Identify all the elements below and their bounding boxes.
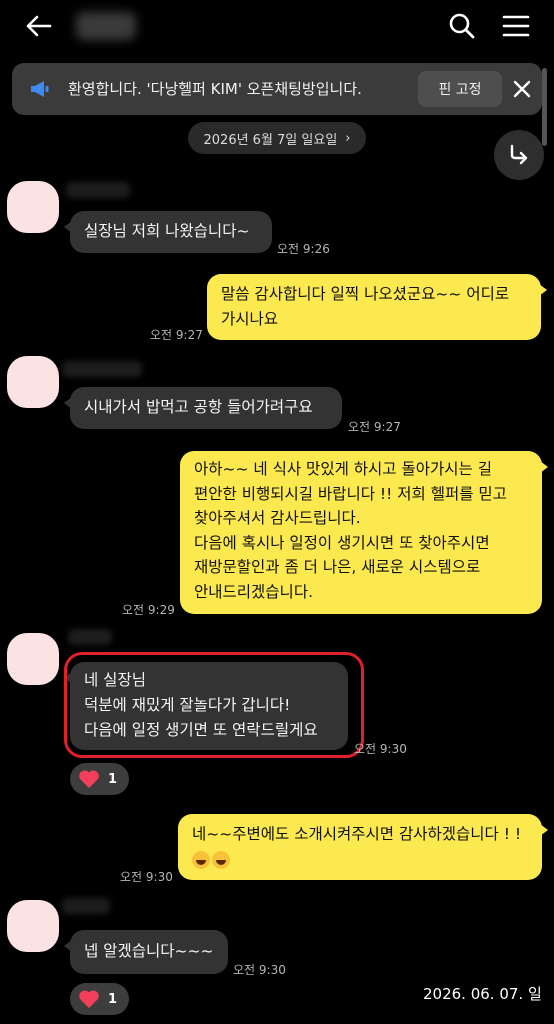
avatar[interactable] (7, 633, 59, 685)
notice-banner[interactable]: 환영합니다. '다낭헬퍼 KIM' 오픈채팅방입니다. 핀 고정 (12, 63, 542, 115)
chevron-right-icon: › (345, 130, 351, 146)
message-bubble-incoming[interactable]: 시내가서 밥먹고 공항 들어가려구요 (64, 387, 342, 429)
pin-button[interactable]: 핀 고정 (418, 71, 502, 107)
close-icon (513, 80, 531, 98)
message-time: 오전 9:27 (150, 328, 203, 342)
message-line: 찾아주셔서 감사드립니다. (194, 509, 361, 527)
avatar[interactable] (7, 181, 59, 233)
sender-name-blurred (62, 898, 110, 914)
message-line: 편안한 비행되시길 바랍니다 !! 저희 헬퍼를 믿고 (194, 484, 507, 503)
message-line: 가시나요 (221, 310, 279, 328)
sender-name-blurred (62, 361, 142, 377)
avatar[interactable] (7, 900, 59, 952)
message-line: 실장님 저희 나왔습니다~ (84, 222, 250, 240)
message-time: 오전 9:30 (120, 870, 173, 884)
search-button[interactable] (444, 8, 480, 44)
message-bubble-incoming[interactable]: 실장님 저희 나왔습니다~ (64, 211, 272, 253)
hamburger-menu-icon (502, 15, 530, 37)
notice-text: 환영합니다. '다낭헬퍼 KIM' 오픈채팅방입니다. (68, 80, 362, 98)
date-label: 2026년 6월 7일 일요일 (203, 132, 338, 148)
message-bubble-incoming[interactable]: 넵 알겠습니다~~~ (64, 930, 228, 974)
message-line: 다음에 혹시나 일정이 생기시면 또 찾아주시면 (194, 533, 490, 552)
reaction-count: 1 (108, 991, 118, 1007)
message-time: 오전 9:30 (354, 742, 407, 756)
message-line: 재방문할인과 좀 더 나은, 새로운 시스템으로 (194, 558, 481, 576)
top-bar (0, 0, 554, 56)
avatar[interactable] (7, 356, 59, 408)
message-time: 오전 9:26 (277, 242, 330, 256)
message-line: 안내드리겠습니다. (194, 582, 314, 601)
date-chip[interactable]: 2026년 6월 7일 일요일 › (188, 122, 366, 154)
grinning-face-emoji (192, 850, 210, 869)
heart-icon (79, 770, 99, 788)
emoji-row (192, 847, 528, 872)
sender-name-blurred (66, 182, 130, 198)
chat-title-blurred (76, 12, 136, 40)
heart-icon (79, 990, 99, 1008)
scroll-to-bottom-button[interactable] (494, 130, 544, 180)
date-watermark: 2026. 06. 07. 일 (423, 985, 542, 1003)
megaphone-icon (31, 81, 49, 97)
message-time: 오전 9:27 (348, 420, 401, 434)
message-time: 오전 9:30 (233, 963, 286, 977)
message-time: 오전 9:29 (122, 603, 175, 617)
back-button[interactable] (20, 10, 56, 42)
menu-button[interactable] (498, 8, 534, 44)
message-bubble-outgoing[interactable]: 아하~~ 네 식사 맛있게 하시고 돌아가시는 길 편안한 비행되시길 바랍니다… (180, 451, 548, 614)
message-line: 아하~~ 네 식사 맛있게 하시고 돌아가시는 길 (194, 460, 492, 478)
scrollbar[interactable] (542, 68, 547, 146)
message-line: 시내가서 밥먹고 공항 들어가려구요 (84, 398, 313, 416)
reaction-badge[interactable]: 1 (70, 983, 130, 1015)
message-bubble-outgoing[interactable]: 네~~주변에도 소개시켜주시면 감사하겠습니다 ! ! (178, 814, 548, 880)
arrow-left-icon (26, 15, 52, 37)
search-icon (449, 13, 475, 39)
message-line: 말씀 감사합니다 일찍 나오셨군요~~ 어디로 (221, 285, 510, 303)
arrow-turn-down-icon (510, 144, 528, 165)
message-line: 네~~주변에도 소개시켜주시면 감사하겠습니다 ! ! (192, 825, 522, 843)
notice-close-button[interactable] (506, 73, 538, 105)
grinning-face-emoji (212, 850, 230, 869)
reaction-count: 1 (108, 771, 118, 787)
sender-name-blurred (68, 629, 112, 645)
message-bubble-outgoing[interactable]: 말씀 감사합니다 일찍 나오셨군요~~ 어디로 가시나요 (207, 274, 547, 340)
reaction-badge[interactable]: 1 (70, 763, 130, 795)
message-line: 넵 알겠습니다~~~ (84, 942, 214, 960)
highlight-outline (64, 652, 364, 758)
